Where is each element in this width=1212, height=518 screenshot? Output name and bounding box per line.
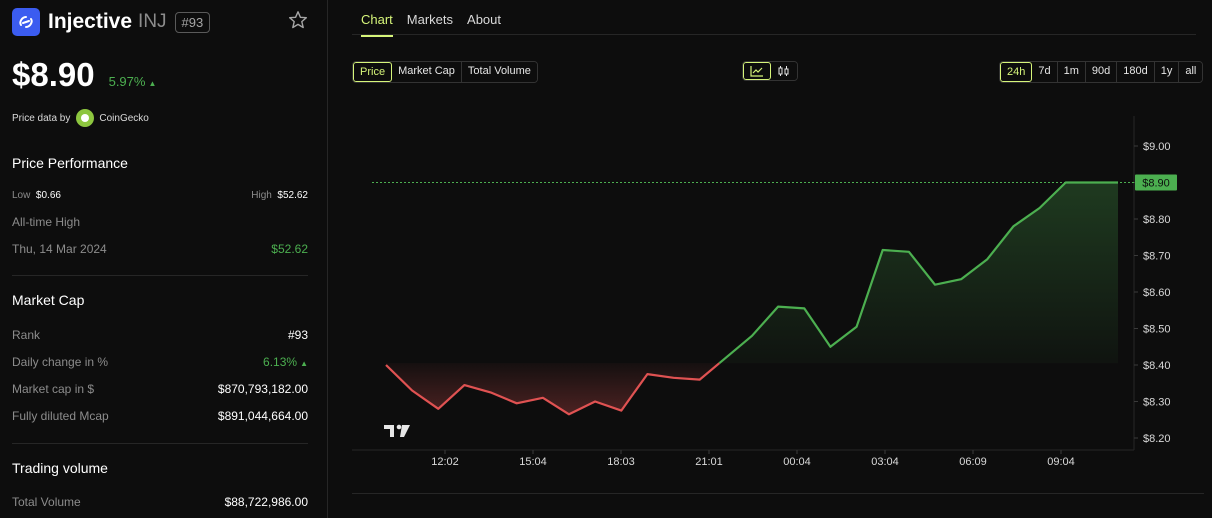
trading-row-label: Total Volume: [12, 495, 81, 509]
divider: [12, 275, 308, 276]
x-tick-label: 00:04: [783, 456, 811, 468]
chart-style-selector: [742, 61, 798, 81]
range-7d-button[interactable]: 7d: [1032, 62, 1058, 82]
range-24h-button[interactable]: 24h: [1000, 62, 1033, 82]
x-tick-label: 12:02: [431, 456, 459, 468]
coin-symbol: INJ: [138, 11, 167, 32]
range-90d-button[interactable]: 90d: [1085, 62, 1118, 82]
section-title-price-performance: Price Performance: [12, 155, 128, 171]
market-cap-row-value: $870,793,182.00: [217, 382, 308, 396]
current-price-label: $8.90: [1142, 178, 1170, 190]
low-high-row: Low $0.66 High $52.62: [12, 190, 308, 201]
ath-label-row: All-time High: [12, 215, 308, 229]
price-line-up: [718, 181, 1118, 365]
market-cap-row-label: Fully diluted Mcap: [12, 409, 109, 423]
market-cap-row-value: #93: [287, 328, 308, 342]
x-tick-label: 03:04: [871, 456, 899, 468]
y-tick-label: $8.60: [1143, 287, 1171, 299]
coin-header: Injective INJ #93: [12, 8, 308, 36]
ath-row: Thu, 14 Mar 2024 $52.62: [12, 242, 308, 256]
metric-selector: Price Market Cap Total Volume: [352, 61, 538, 83]
y-tick-label: $8.80: [1143, 214, 1171, 226]
time-range-selector: 24h 7d 1m 90d 180d 1y all: [999, 61, 1204, 83]
tabs-divider: [352, 34, 1196, 35]
high-value: $52.62: [277, 190, 308, 201]
trading-row-value: $88,722,986.00: [224, 495, 308, 509]
x-tick-label: 09:04: [1047, 456, 1075, 468]
price-row: $8.90 5.97% ▲: [12, 56, 156, 94]
coin-name: Injective: [48, 10, 133, 33]
y-tick-label: $8.40: [1143, 360, 1171, 372]
y-tick-label: $8.20: [1143, 433, 1171, 445]
y-tick-label: $8.50: [1143, 324, 1171, 336]
price-metric-button[interactable]: Price: [353, 62, 393, 82]
ath-label: All-time High: [12, 215, 81, 229]
range-1y-button[interactable]: 1y: [1154, 62, 1180, 82]
price-source: Price data by CoinGecko: [12, 109, 149, 127]
total-volume-metric-button[interactable]: Total Volume: [461, 62, 537, 82]
price-line-down: [385, 362, 721, 416]
y-tick-label: $8.70: [1143, 251, 1171, 263]
chart-bottom-divider: [352, 493, 1204, 494]
up-arrow-icon: ▲: [148, 79, 157, 88]
market-cap-row-market-cap: Market cap in $ $870,793,182.00: [12, 382, 308, 396]
y-tick-label: $9.00: [1143, 141, 1171, 153]
price-source-label: Price data by: [12, 112, 71, 124]
current-price-badge: [1135, 174, 1177, 191]
injective-logo-icon: [12, 8, 40, 36]
market-cap-row-daily-change: Daily change in % 6.13% ▲: [12, 355, 308, 369]
market-cap-row-label: Market cap in $: [12, 382, 95, 396]
market-cap-row-label: Rank: [12, 328, 41, 342]
up-arrow-icon: ▲: [300, 359, 308, 368]
x-tick-label: 21:01: [695, 456, 723, 468]
current-price: $8.90: [12, 56, 95, 93]
up-area-fill: [719, 182, 1118, 364]
x-tick-label: 18:03: [607, 456, 635, 468]
x-tick-label: 06:09: [959, 456, 987, 468]
y-tick-label: $8.30: [1143, 397, 1171, 409]
section-title-trading-volume: Trading volume: [12, 460, 108, 476]
market-cap-row-value: $891,044,664.00: [217, 409, 308, 423]
coin-info-panel: Injective INJ #93 $8.90 5.97% ▲ Price da…: [0, 0, 328, 518]
market-cap-row-label: Daily change in %: [12, 355, 109, 369]
divider: [12, 443, 308, 444]
range-1m-button[interactable]: 1m: [1057, 62, 1086, 82]
market-cap-metric-button[interactable]: Market Cap: [392, 62, 462, 82]
tradingview-watermark: [384, 424, 410, 437]
price-source-provider[interactable]: CoinGecko: [99, 113, 148, 124]
low-value: $0.66: [35, 190, 61, 201]
trading-row-total-volume: Total Volume $88,722,986.00: [12, 495, 308, 509]
star-icon[interactable]: [288, 10, 308, 35]
range-all-button[interactable]: all: [1179, 62, 1203, 82]
market-cap-row-fdv: Fully diluted Mcap $891,044,664.00: [12, 409, 308, 423]
low-label: Low: [12, 190, 31, 201]
market-cap-row-value: 6.13%: [263, 355, 298, 369]
high-label: High: [251, 190, 272, 201]
candlestick-icon[interactable]: [771, 62, 797, 80]
coingecko-logo-icon: [76, 109, 95, 127]
ath-date: Thu, 14 Mar 2024: [12, 242, 107, 256]
line-chart-icon[interactable]: [743, 62, 771, 80]
range-180d-button[interactable]: 180d: [1117, 62, 1155, 82]
x-tick-label: 15:04: [519, 456, 547, 468]
down-area-fill: [386, 363, 720, 415]
price-change: 5.97%: [108, 74, 146, 89]
market-cap-row-rank: Rank #93: [12, 328, 308, 342]
ath-value: $52.62: [271, 242, 308, 256]
rank-badge: #93: [174, 11, 211, 33]
section-title-market-cap: Market Cap: [12, 292, 85, 308]
